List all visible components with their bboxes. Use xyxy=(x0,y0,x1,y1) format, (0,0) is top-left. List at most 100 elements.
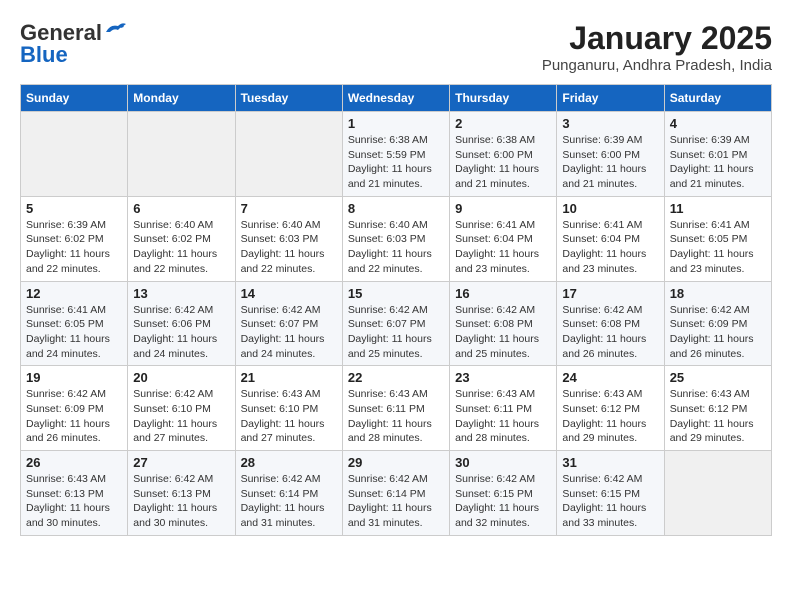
day-info: Sunrise: 6:39 AM Sunset: 6:02 PM Dayligh… xyxy=(26,218,122,277)
day-number: 11 xyxy=(670,201,766,216)
day-info: Sunrise: 6:42 AM Sunset: 6:08 PM Dayligh… xyxy=(455,303,551,362)
calendar-cell: 29 Sunrise: 6:42 AM Sunset: 6:14 PM Dayli… xyxy=(342,451,449,536)
calendar-cell: 15Sunrise: 6:42 AM Sunset: 6:07 PM Dayli… xyxy=(342,281,449,366)
day-number: 27 xyxy=(133,455,229,470)
page-header: General Blue January 2025 Punganuru, And… xyxy=(20,20,772,74)
calendar-cell: 27 Sunrise: 6:42 AM Sunset: 6:13 PM Dayli… xyxy=(128,451,235,536)
logo-blue: Blue xyxy=(20,42,68,68)
calendar-cell: 23 Sunrise: 6:43 AM Sunset: 6:11 PM Dayli… xyxy=(450,366,557,451)
calendar-cell: 26 Sunrise: 6:43 AM Sunset: 6:13 PM Dayli… xyxy=(21,451,128,536)
day-number: 24 xyxy=(562,370,658,385)
day-number: 21 xyxy=(241,370,337,385)
calendar-week-2: 5 Sunrise: 6:39 AM Sunset: 6:02 PM Daylig… xyxy=(21,196,772,281)
day-info: Sunrise: 6:42 AM Sunset: 6:14 PM Dayligh… xyxy=(241,472,337,531)
calendar-cell: 12 Sunrise: 6:41 AM Sunset: 6:05 PM Dayli… xyxy=(21,281,128,366)
day-number: 17 xyxy=(562,286,658,301)
col-tuesday: Tuesday xyxy=(235,85,342,112)
day-info: Sunrise: 6:40 AM Sunset: 6:03 PM Dayligh… xyxy=(348,218,444,277)
day-info: Sunrise: 6:43 AM Sunset: 6:12 PM Dayligh… xyxy=(562,387,658,446)
day-info: Sunrise: 6:43 AM Sunset: 6:10 PM Dayligh… xyxy=(241,387,337,446)
day-number: 20 xyxy=(133,370,229,385)
day-number: 9 xyxy=(455,201,551,216)
day-number: 5 xyxy=(26,201,122,216)
day-number: 28 xyxy=(241,455,337,470)
day-number: 25 xyxy=(670,370,766,385)
calendar-cell: 4 Sunrise: 6:39 AM Sunset: 6:01 PM Daylig… xyxy=(664,112,771,197)
calendar-header-row: Sunday Monday Tuesday Wednesday Thursday… xyxy=(21,85,772,112)
calendar-week-4: 19 Sunrise: 6:42 AM Sunset: 6:09 PM Dayli… xyxy=(21,366,772,451)
day-info: Sunrise: 6:40 AM Sunset: 6:02 PM Dayligh… xyxy=(133,218,229,277)
day-info: Sunrise: 6:42 AM Sunset: 6:09 PM Dayligh… xyxy=(26,387,122,446)
calendar-cell xyxy=(21,112,128,197)
day-info: Sunrise: 6:38 AM Sunset: 5:59 PM Dayligh… xyxy=(348,133,444,192)
day-number: 13 xyxy=(133,286,229,301)
day-number: 18 xyxy=(670,286,766,301)
day-number: 23 xyxy=(455,370,551,385)
calendar-cell: 31 Sunrise: 6:42 AM Sunset: 6:15 PM Dayli… xyxy=(557,451,664,536)
location: Punganuru, Andhra Pradesh, India xyxy=(542,57,772,74)
day-number: 19 xyxy=(26,370,122,385)
calendar-week-3: 12 Sunrise: 6:41 AM Sunset: 6:05 PM Dayli… xyxy=(21,281,772,366)
calendar-cell: 3Sunrise: 6:39 AM Sunset: 6:00 PM Daylig… xyxy=(557,112,664,197)
calendar-cell: 19 Sunrise: 6:42 AM Sunset: 6:09 PM Dayli… xyxy=(21,366,128,451)
day-info: Sunrise: 6:41 AM Sunset: 6:04 PM Dayligh… xyxy=(562,218,658,277)
day-info: Sunrise: 6:40 AM Sunset: 6:03 PM Dayligh… xyxy=(241,218,337,277)
col-monday: Monday xyxy=(128,85,235,112)
day-number: 12 xyxy=(26,286,122,301)
day-number: 29 xyxy=(348,455,444,470)
calendar-cell xyxy=(664,451,771,536)
day-info: Sunrise: 6:43 AM Sunset: 6:11 PM Dayligh… xyxy=(455,387,551,446)
month-title: January 2025 xyxy=(542,20,772,57)
calendar-cell: 20Sunrise: 6:42 AM Sunset: 6:10 PM Dayli… xyxy=(128,366,235,451)
col-friday: Friday xyxy=(557,85,664,112)
calendar-cell: 25 Sunrise: 6:43 AM Sunset: 6:12 PM Dayli… xyxy=(664,366,771,451)
day-number: 2 xyxy=(455,116,551,131)
calendar-cell: 9Sunrise: 6:41 AM Sunset: 6:04 PM Daylig… xyxy=(450,196,557,281)
calendar-cell: 24 Sunrise: 6:43 AM Sunset: 6:12 PM Dayli… xyxy=(557,366,664,451)
day-number: 16 xyxy=(455,286,551,301)
day-info: Sunrise: 6:39 AM Sunset: 6:00 PM Dayligh… xyxy=(562,133,658,192)
day-number: 14 xyxy=(241,286,337,301)
calendar-week-1: 1 Sunrise: 6:38 AM Sunset: 5:59 PM Daylig… xyxy=(21,112,772,197)
calendar-cell xyxy=(235,112,342,197)
calendar-cell: 22 Sunrise: 6:43 AM Sunset: 6:11 PM Dayli… xyxy=(342,366,449,451)
day-info: Sunrise: 6:43 AM Sunset: 6:11 PM Dayligh… xyxy=(348,387,444,446)
calendar-cell: 30Sunrise: 6:42 AM Sunset: 6:15 PM Dayli… xyxy=(450,451,557,536)
day-number: 26 xyxy=(26,455,122,470)
day-info: Sunrise: 6:42 AM Sunset: 6:08 PM Dayligh… xyxy=(562,303,658,362)
day-number: 31 xyxy=(562,455,658,470)
logo: General Blue xyxy=(20,20,126,68)
title-block: January 2025 Punganuru, Andhra Pradesh, … xyxy=(542,20,772,74)
day-number: 10 xyxy=(562,201,658,216)
calendar-cell: 6 Sunrise: 6:40 AM Sunset: 6:02 PM Daylig… xyxy=(128,196,235,281)
day-info: Sunrise: 6:43 AM Sunset: 6:12 PM Dayligh… xyxy=(670,387,766,446)
col-wednesday: Wednesday xyxy=(342,85,449,112)
day-number: 1 xyxy=(348,116,444,131)
day-info: Sunrise: 6:42 AM Sunset: 6:13 PM Dayligh… xyxy=(133,472,229,531)
day-info: Sunrise: 6:42 AM Sunset: 6:15 PM Dayligh… xyxy=(562,472,658,531)
day-info: Sunrise: 6:42 AM Sunset: 6:07 PM Dayligh… xyxy=(241,303,337,362)
calendar-table: Sunday Monday Tuesday Wednesday Thursday… xyxy=(20,84,772,536)
day-number: 22 xyxy=(348,370,444,385)
day-info: Sunrise: 6:42 AM Sunset: 6:09 PM Dayligh… xyxy=(670,303,766,362)
calendar-cell: 28 Sunrise: 6:42 AM Sunset: 6:14 PM Dayli… xyxy=(235,451,342,536)
day-info: Sunrise: 6:42 AM Sunset: 6:07 PM Dayligh… xyxy=(348,303,444,362)
calendar-cell: 14 Sunrise: 6:42 AM Sunset: 6:07 PM Dayli… xyxy=(235,281,342,366)
calendar-week-5: 26 Sunrise: 6:43 AM Sunset: 6:13 PM Dayli… xyxy=(21,451,772,536)
day-info: Sunrise: 6:43 AM Sunset: 6:13 PM Dayligh… xyxy=(26,472,122,531)
calendar-cell xyxy=(128,112,235,197)
day-info: Sunrise: 6:42 AM Sunset: 6:06 PM Dayligh… xyxy=(133,303,229,362)
day-number: 8 xyxy=(348,201,444,216)
day-info: Sunrise: 6:38 AM Sunset: 6:00 PM Dayligh… xyxy=(455,133,551,192)
day-info: Sunrise: 6:39 AM Sunset: 6:01 PM Dayligh… xyxy=(670,133,766,192)
col-thursday: Thursday xyxy=(450,85,557,112)
day-info: Sunrise: 6:42 AM Sunset: 6:14 PM Dayligh… xyxy=(348,472,444,531)
day-number: 6 xyxy=(133,201,229,216)
logo-bird-icon xyxy=(104,22,126,40)
day-info: Sunrise: 6:41 AM Sunset: 6:05 PM Dayligh… xyxy=(26,303,122,362)
calendar-cell: 17 Sunrise: 6:42 AM Sunset: 6:08 PM Dayli… xyxy=(557,281,664,366)
day-number: 4 xyxy=(670,116,766,131)
calendar-cell: 11 Sunrise: 6:41 AM Sunset: 6:05 PM Dayli… xyxy=(664,196,771,281)
calendar-cell: 21 Sunrise: 6:43 AM Sunset: 6:10 PM Dayli… xyxy=(235,366,342,451)
day-info: Sunrise: 6:41 AM Sunset: 6:05 PM Dayligh… xyxy=(670,218,766,277)
